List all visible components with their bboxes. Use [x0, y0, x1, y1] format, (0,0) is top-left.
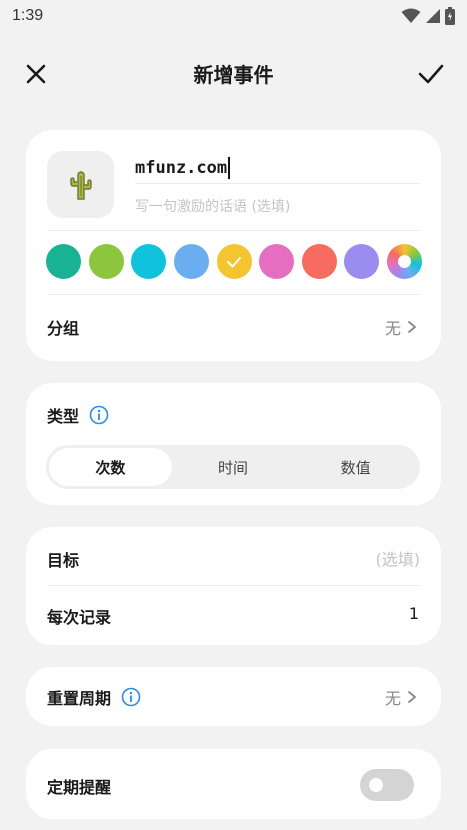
reminder-card: 定期提醒: [26, 749, 441, 819]
checkmark-icon[interactable]: [417, 60, 445, 88]
type-heading: 类型: [47, 403, 109, 427]
type-option[interactable]: 数值: [294, 448, 417, 486]
reminder-toggle[interactable]: [360, 769, 414, 801]
target-card: 目标 (选填) 每次记录 1: [26, 527, 441, 645]
color-swatch[interactable]: [216, 244, 252, 279]
checkmark-icon: [227, 256, 241, 267]
custom-color-center: [398, 255, 411, 268]
color-swatch[interactable]: [46, 244, 81, 279]
event-type-card: 类型 次数 时间 数值: [26, 383, 441, 505]
type-segmented-control: 次数 时间 数值: [46, 445, 420, 489]
chevron-right-icon: [408, 691, 417, 703]
type-label: 类型: [47, 407, 80, 426]
event-name-value: mfunz.com: [135, 157, 228, 178]
color-swatch[interactable]: [387, 244, 422, 279]
type-option[interactable]: 时间: [172, 448, 295, 486]
target-label: 目标: [47, 551, 80, 570]
event-icon-picker[interactable]: [47, 151, 114, 218]
color-swatch[interactable]: [131, 244, 167, 279]
info-icon[interactable]: [121, 687, 141, 707]
battery-icon: [445, 7, 455, 25]
top-app-bar: 新增事件: [0, 48, 467, 98]
reset-cycle-value: 无: [384, 689, 401, 708]
chevron-right-icon: [408, 321, 417, 333]
close-icon[interactable]: [22, 60, 50, 88]
color-swatch[interactable]: [88, 244, 124, 279]
group-value-wrap: 无: [385, 315, 417, 339]
reset-cycle-row[interactable]: 重置周期 无: [26, 667, 441, 726]
color-swatch[interactable]: [173, 244, 209, 279]
reset-cycle-heading: 重置周期: [47, 685, 141, 709]
event-basic-card: mfunz.com 写一句激励的话语 (选填) 分组 无: [26, 130, 441, 361]
reset-cycle-label: 重置周期: [47, 689, 112, 708]
signal-icon: [426, 9, 440, 23]
group-row[interactable]: 分组 无: [26, 295, 441, 361]
motto-input[interactable]: 写一句激励的话语 (选填): [135, 192, 420, 220]
target-placeholder: (选填): [375, 550, 421, 569]
color-swatch[interactable]: [344, 244, 380, 279]
type-option[interactable]: 次数: [49, 448, 172, 486]
toggle-knob: [369, 778, 383, 792]
reminder-label: 定期提醒: [47, 778, 112, 797]
per-record-value: 1: [408, 604, 419, 623]
color-swatch[interactable]: [259, 244, 295, 279]
color-swatch[interactable]: [301, 244, 337, 279]
per-record-label: 每次记录: [47, 608, 112, 627]
text-caret: [228, 156, 231, 179]
group-label: 分组: [47, 319, 80, 338]
event-name-input[interactable]: mfunz.com: [135, 152, 420, 184]
status-time: 1:39: [12, 7, 44, 24]
status-bar: 1:39: [0, 0, 467, 32]
page-title: 新增事件: [193, 62, 274, 87]
motto-placeholder: 写一句激励的话语 (选填): [135, 199, 291, 215]
group-value: 无: [384, 319, 401, 338]
per-record-row[interactable]: 每次记录 1: [26, 586, 441, 645]
status-icons: [401, 7, 455, 25]
cactus-icon: [69, 170, 92, 200]
color-picker: [46, 244, 422, 280]
wifi-icon: [401, 8, 421, 23]
info-icon[interactable]: [89, 405, 109, 425]
divider: [47, 230, 420, 231]
target-row[interactable]: 目标 (选填): [26, 527, 441, 585]
reset-cycle-value-wrap: 无: [385, 685, 417, 709]
